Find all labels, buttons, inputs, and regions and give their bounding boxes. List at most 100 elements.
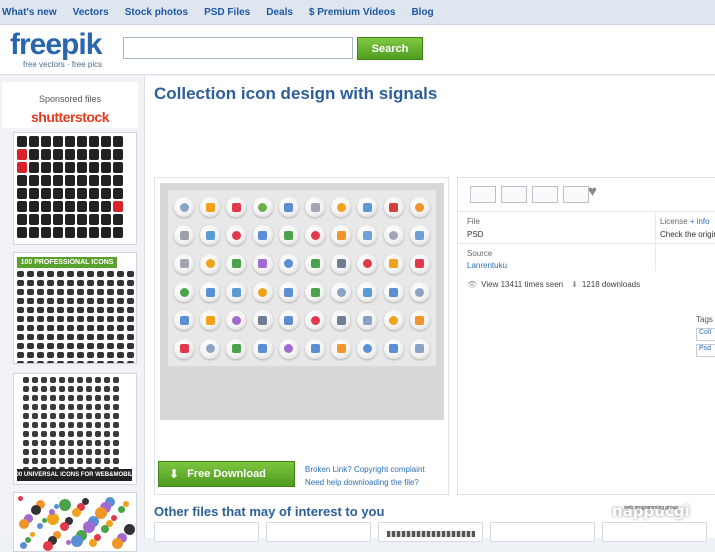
- thumbnail-glyph-icon: [67, 298, 74, 304]
- related-thumb-1[interactable]: [154, 522, 259, 542]
- nav-stock-photos[interactable]: Stock photos: [125, 7, 188, 18]
- preview-glyph-icon: [258, 315, 268, 325]
- copyright-link[interactable]: Copyright complaint: [354, 465, 425, 474]
- related-thumb-3[interactable]: [378, 522, 483, 542]
- tag-coll[interactable]: Coll: [696, 328, 715, 341]
- doodle-shape: [124, 524, 135, 535]
- search-input[interactable]: [123, 37, 353, 59]
- preview-image[interactable]: [160, 183, 444, 420]
- thumbnail-glyph-icon: [23, 431, 29, 437]
- nav-vectors[interactable]: Vectors: [73, 7, 109, 18]
- license-info-link[interactable]: + info: [690, 217, 710, 226]
- share-button-1[interactable]: [470, 186, 496, 203]
- related-thumb-2[interactable]: [266, 522, 371, 542]
- preview-round-icon: [409, 225, 430, 246]
- thumbnail-glyph-icon: [65, 175, 75, 186]
- thumbnail-glyph-icon: [77, 449, 83, 455]
- thumbnail-glyph-icon: [113, 386, 119, 392]
- search-button[interactable]: Search: [357, 37, 423, 60]
- related-thumb-3-pattern: [387, 531, 475, 537]
- tag-psd[interactable]: Psd: [696, 344, 715, 357]
- thumbnail-glyph-icon: [113, 449, 119, 455]
- source-link[interactable]: Lanrentuku: [467, 261, 507, 270]
- broken-link[interactable]: Broken Link?: [305, 465, 352, 474]
- preview-glyph-icon: [258, 230, 268, 240]
- preview-glyph-icon: [310, 259, 320, 269]
- share-button-3[interactable]: [532, 186, 558, 203]
- thumbnail-glyph-icon: [17, 227, 27, 238]
- sponsored-thumb-1[interactable]: [13, 132, 137, 245]
- thumbnail-glyph-icon: [77, 377, 83, 383]
- thumbnail-glyph-icon: [41, 377, 47, 383]
- preview-round-icon: [226, 338, 247, 359]
- sponsored-thumb-2[interactable]: 100 PROFESSIONAL ICONS: [13, 252, 137, 364]
- preview-round-icon: [200, 253, 221, 274]
- thumbnail-glyph-icon: [41, 404, 47, 410]
- thumbnail-glyph-icon: [95, 404, 101, 410]
- thumbnail-glyph-icon: [127, 343, 134, 349]
- related-thumb-5[interactable]: [602, 522, 707, 542]
- heart-icon[interactable]: ♥: [588, 183, 597, 200]
- preview-glyph-icon: [205, 202, 215, 212]
- thumbnail-glyph-icon: [17, 280, 24, 286]
- preview-glyph-icon: [258, 202, 268, 212]
- thumbnail-glyph-icon: [117, 280, 124, 286]
- preview-round-icon: [174, 253, 195, 274]
- preview-frame: [154, 177, 449, 495]
- preview-round-icon: [278, 197, 299, 218]
- thumbnail-glyph-icon: [117, 343, 124, 349]
- license-value: Check the origin: [660, 230, 715, 239]
- thumbnail-glyph-icon: [68, 431, 74, 437]
- freepik-logo[interactable]: freepik free vectors · free pics: [10, 29, 102, 70]
- free-download-button[interactable]: ⬇ Free Download: [158, 461, 295, 487]
- thumbnail-glyph-icon: [59, 413, 65, 419]
- thumbnail-glyph-icon: [50, 386, 56, 392]
- thumbnail-glyph-icon: [87, 334, 94, 340]
- thumbnail-glyph-icon: [127, 334, 134, 340]
- thumbnail-glyph-icon: [47, 271, 54, 277]
- thumbnail-glyph-icon: [67, 316, 74, 322]
- nav-deals[interactable]: Deals: [266, 7, 293, 18]
- thumbnail-glyph-icon: [87, 298, 94, 304]
- watermark-subtext: web programming group: [624, 505, 679, 511]
- thumbnail-glyph-icon: [87, 271, 94, 277]
- thumbnail-glyph-icon: [127, 325, 134, 331]
- help-download-link[interactable]: Need help downloading the file?: [305, 478, 419, 487]
- sponsored-thumb-4[interactable]: [13, 492, 137, 552]
- thumbnail-glyph-icon: [41, 136, 51, 147]
- share-button-4[interactable]: [563, 186, 589, 203]
- preview-round-icon: [383, 253, 404, 274]
- doodle-shape: [95, 507, 107, 519]
- thumbnail-glyph-icon: [107, 307, 114, 313]
- thumbnail-glyph-icon: [17, 214, 27, 225]
- nav-whats-new[interactable]: What's new: [2, 7, 57, 18]
- nav-premium-videos[interactable]: $ Premium Videos: [309, 7, 396, 18]
- thumbnail-glyph-icon: [17, 334, 24, 340]
- preview-glyph-icon: [205, 344, 215, 354]
- shutterstock-logo[interactable]: shutterstock: [2, 109, 138, 125]
- tags-label: Tags: [696, 315, 713, 324]
- thumbnail-glyph-icon: [113, 395, 119, 401]
- thumbnail-glyph-icon: [77, 413, 83, 419]
- preview-round-icon: [305, 253, 326, 274]
- thumbnail-glyph-icon: [86, 440, 92, 446]
- thumbnail-glyph-icon: [32, 386, 38, 392]
- thumbnail-glyph-icon: [47, 361, 54, 363]
- nav-blog[interactable]: Blog: [411, 7, 433, 18]
- doodle-shape: [101, 525, 109, 533]
- share-button-2[interactable]: [501, 186, 527, 203]
- thumbnail-glyph-icon: [50, 431, 56, 437]
- preview-round-icon: [383, 225, 404, 246]
- thumbnail-glyph-icon: [57, 271, 64, 277]
- thumbnail-glyph-icon: [59, 422, 65, 428]
- sponsored-thumb-3[interactable]: 100 UNIVERSAL ICONS FOR WEB&MOBILE: [13, 373, 137, 485]
- preview-round-icon: [252, 310, 273, 331]
- thumbnail-glyph-icon: [113, 136, 123, 147]
- thumbnail-glyph-icon: [117, 334, 124, 340]
- thumbnail-glyph-icon: [77, 334, 84, 340]
- related-thumb-4[interactable]: [490, 522, 595, 542]
- thumbnail-glyph-icon: [37, 271, 44, 277]
- thumbnail-glyph-icon: [95, 431, 101, 437]
- nav-psd-files[interactable]: PSD Files: [204, 7, 250, 18]
- logo-text[interactable]: freepik: [10, 29, 102, 61]
